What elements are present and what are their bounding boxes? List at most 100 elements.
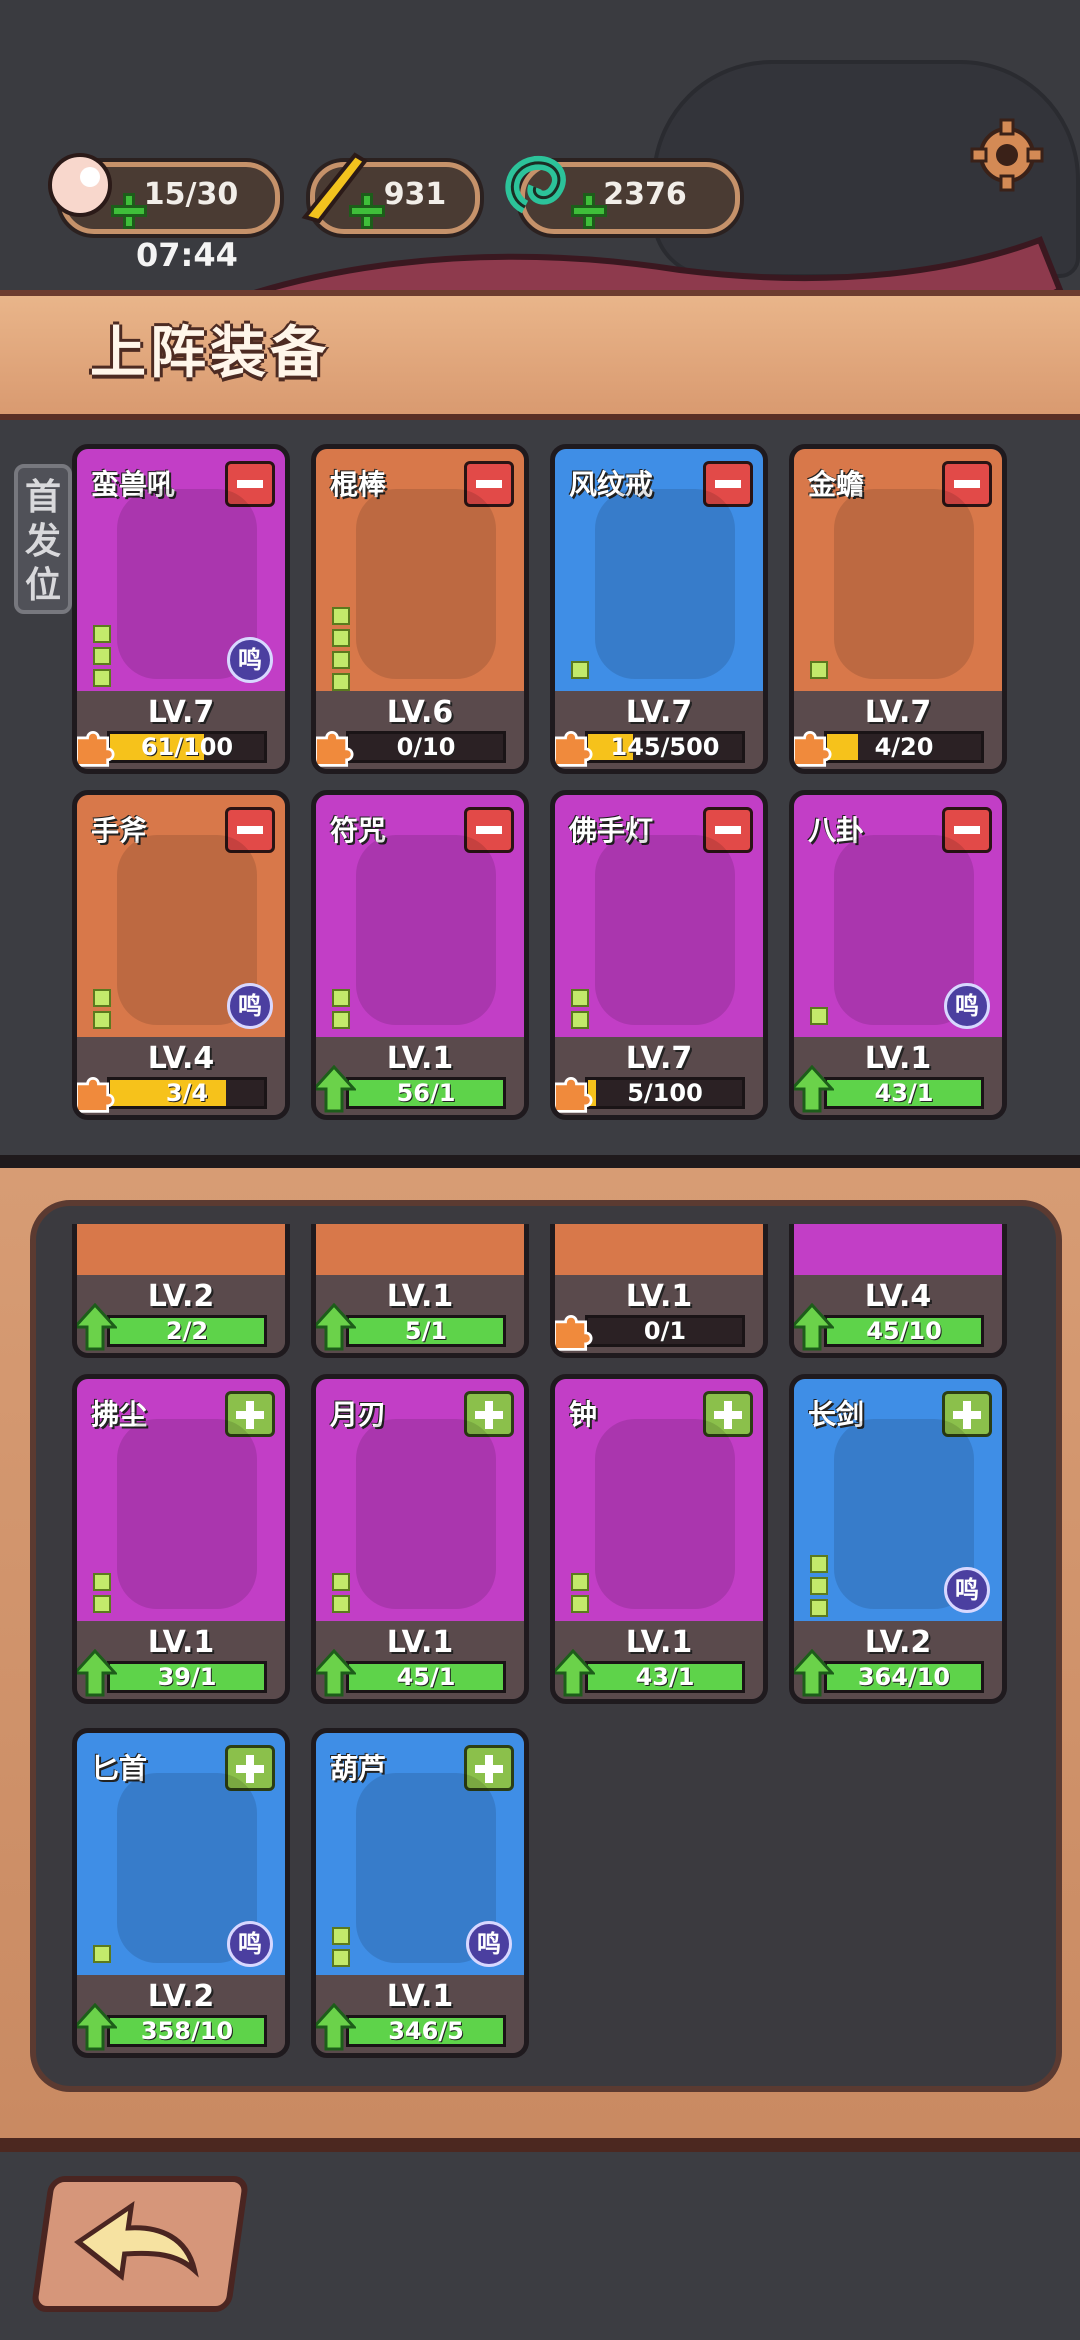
item-card[interactable]: 匕首鸣 LV.2 358/10 — [72, 1728, 290, 2058]
back-arrow-icon — [74, 2201, 199, 2281]
ming-badge: 鸣 — [944, 983, 990, 1029]
puzzle-icon — [77, 731, 115, 767]
quality-pips — [93, 989, 113, 1033]
progress-bar: 61/100 — [107, 731, 267, 763]
ming-badge: 鸣 — [227, 1921, 273, 1967]
upgrade-arrow-icon — [794, 1649, 834, 1697]
upgrade-arrow-icon — [794, 1303, 834, 1351]
quality-pips — [571, 1573, 591, 1617]
progress-bar: 45/1 — [346, 1661, 506, 1693]
item-card[interactable]: LV.2 2/2 — [72, 1224, 290, 1358]
item-card[interactable]: 手斧鸣 LV.4 3/4 — [72, 790, 290, 1120]
progress-text: 43/1 — [874, 1079, 934, 1107]
puzzle-icon — [555, 731, 593, 767]
quality-pip — [93, 1595, 111, 1613]
progress-bar: 3/4 — [107, 1077, 267, 1109]
resource-jade[interactable]: 2376 — [505, 155, 740, 234]
puzzle-icon — [555, 1315, 593, 1351]
add-stamina-icon[interactable] — [111, 193, 147, 229]
resource-stamina[interactable]: 15/30 — [48, 153, 280, 234]
upgrade-arrow-icon — [555, 1649, 595, 1697]
upgrade-arrow-icon — [316, 1303, 356, 1351]
upgrade-arrow-icon — [316, 1649, 356, 1697]
item-card[interactable]: 蛮兽吼鸣 LV.7 61/100 — [72, 444, 290, 774]
quality-pips — [332, 1573, 352, 1617]
quality-pip — [332, 673, 350, 691]
item-card[interactable]: 钟 LV.1 43/1 — [550, 1374, 768, 1704]
upgrade-arrow-icon — [316, 2003, 356, 2051]
progress-text: 2/2 — [165, 1317, 209, 1345]
resource-gold[interactable]: 931 — [301, 152, 480, 234]
quality-pip — [571, 1011, 589, 1029]
item-icon — [356, 1419, 496, 1609]
add-gold-icon[interactable] — [349, 193, 385, 229]
progress-text: 0/10 — [396, 733, 456, 761]
item-card[interactable]: 八卦鸣 LV.1 43/1 — [789, 790, 1007, 1120]
quality-pips — [93, 1945, 113, 1967]
ming-badge: 鸣 — [944, 1567, 990, 1613]
progress-bar: 43/1 — [824, 1077, 984, 1109]
quality-pip — [332, 629, 350, 647]
quality-pip — [93, 647, 111, 665]
progress-text: 358/10 — [140, 2017, 234, 2045]
quality-pip — [571, 1573, 589, 1591]
item-card[interactable]: 葫芦鸣 LV.1 346/5 — [311, 1728, 529, 2058]
add-jade-icon[interactable] — [571, 193, 607, 229]
item-card[interactable]: 风纹戒 LV.7 145/500 — [550, 444, 768, 774]
puzzle-icon — [77, 1077, 115, 1113]
item-card[interactable]: 月刃 LV.1 45/1 — [311, 1374, 529, 1704]
progress-text: 0/1 — [643, 1317, 687, 1345]
item-card[interactable]: 符咒 LV.1 56/1 — [311, 790, 529, 1120]
quality-pip — [332, 1573, 350, 1591]
progress-text: 3/4 — [165, 1079, 209, 1107]
progress-bar: 145/500 — [585, 731, 745, 763]
progress-text: 5/1 — [404, 1317, 448, 1345]
quality-pips — [810, 661, 830, 683]
progress-bar: 56/1 — [346, 1077, 506, 1109]
item-card[interactable]: LV.4 45/10 — [789, 1224, 1007, 1358]
progress-text: 346/5 — [388, 2017, 464, 2045]
progress-bar: 5/100 — [585, 1077, 745, 1109]
progress-bar: 45/10 — [824, 1315, 984, 1347]
quality-pips — [332, 1927, 352, 1971]
puzzle-icon — [316, 731, 354, 767]
quality-pip — [571, 661, 589, 679]
progress-text: 45/1 — [396, 1663, 456, 1691]
quality-pip — [332, 1011, 350, 1029]
item-icon — [117, 1419, 257, 1609]
item-icon — [356, 489, 496, 679]
quality-pip — [571, 1595, 589, 1613]
item-icon — [595, 1419, 735, 1609]
quality-pips — [93, 1573, 113, 1617]
puzzle-icon — [794, 731, 832, 767]
progress-text: 145/500 — [610, 733, 720, 761]
progress-text: 56/1 — [396, 1079, 456, 1107]
progress-text: 45/10 — [866, 1317, 942, 1345]
progress-bar: 5/1 — [346, 1315, 506, 1347]
item-card[interactable]: 金蟾 LV.7 4/20 — [789, 444, 1007, 774]
back-button[interactable] — [30, 2176, 250, 2312]
progress-bar: 346/5 — [346, 2015, 506, 2047]
first-position-tab[interactable]: 首发位 — [14, 464, 72, 614]
item-card[interactable]: 棍棒 LV.6 0/10 — [311, 444, 529, 774]
card-face — [316, 1224, 524, 1275]
quality-pips — [93, 625, 113, 691]
upgrade-arrow-icon — [316, 1065, 356, 1113]
item-card[interactable]: 拂尘 LV.1 39/1 — [72, 1374, 290, 1704]
progress-bar: 358/10 — [107, 2015, 267, 2047]
card-face — [555, 1224, 763, 1275]
item-card[interactable]: LV.1 0/1 — [550, 1224, 768, 1358]
progress-bar: 4/20 — [824, 731, 984, 763]
upgrade-arrow-icon — [77, 2003, 117, 2051]
item-card[interactable]: LV.1 5/1 — [311, 1224, 529, 1358]
item-card[interactable]: 长剑鸣 LV.2 364/10 — [789, 1374, 1007, 1704]
gear-icon[interactable] — [970, 118, 1044, 192]
quality-pip — [93, 625, 111, 643]
quality-pips — [332, 989, 352, 1033]
quality-pip — [332, 1949, 350, 1967]
quality-pip — [332, 651, 350, 669]
card-face — [77, 1224, 285, 1275]
upgrade-arrow-icon — [77, 1303, 117, 1351]
inventory-scroll-clip: LV.2 2/2 LV.1 5/1 LV.1 0/1 LV.4 45/10 拂尘 LV.1 39/1… — [0, 1224, 1080, 2070]
item-card[interactable]: 佛手灯 LV.7 5/100 — [550, 790, 768, 1120]
